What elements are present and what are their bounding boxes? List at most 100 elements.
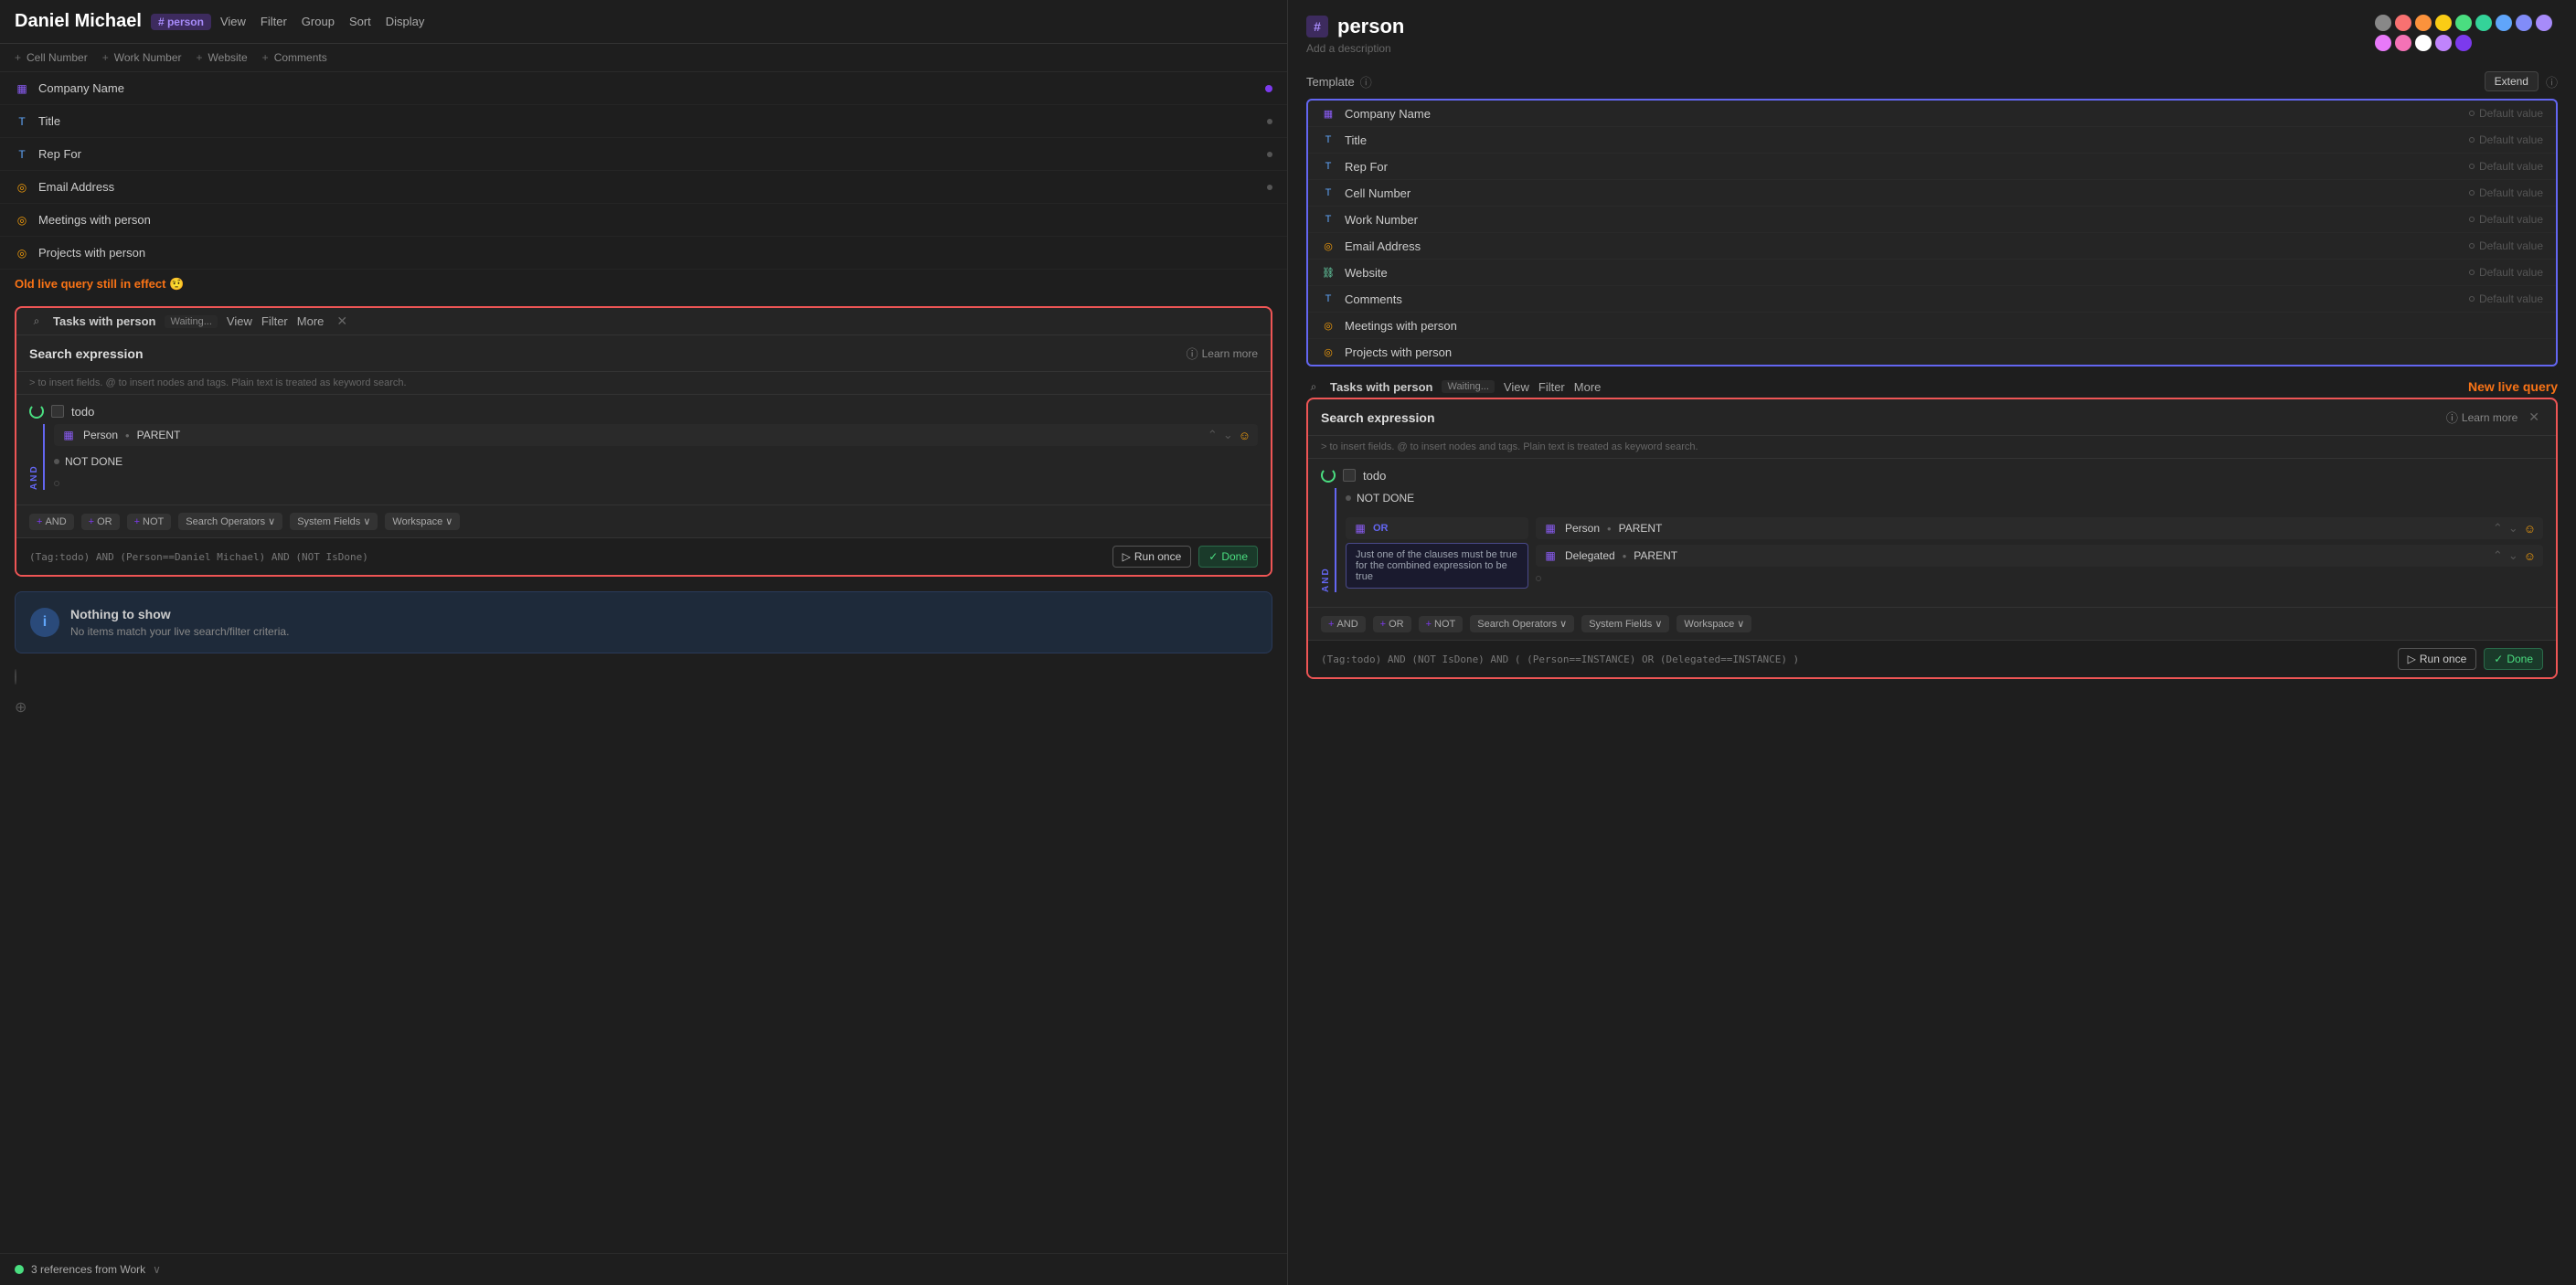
add-item-bullet[interactable] bbox=[15, 669, 16, 685]
tasks-nav-more[interactable]: More bbox=[297, 314, 325, 328]
tasks-nav-view[interactable]: View bbox=[227, 314, 252, 328]
checkbox-new[interactable] bbox=[1343, 469, 1356, 482]
nav-group[interactable]: Group bbox=[302, 15, 335, 28]
chevron-down-icon[interactable]: ⌄ bbox=[2508, 548, 2518, 563]
not-btn-new[interactable]: + NOT bbox=[1419, 616, 1464, 632]
bullet: • bbox=[125, 429, 130, 442]
swatch-violet[interactable] bbox=[2536, 15, 2552, 31]
field-company-name[interactable]: ▦ Company Name bbox=[0, 72, 1287, 105]
add-work-number[interactable]: + Work Number bbox=[102, 51, 182, 64]
system-fields-btn[interactable]: System Fields ∨ bbox=[290, 513, 378, 530]
or-btn[interactable]: + OR bbox=[81, 514, 120, 530]
chevron-up-icon[interactable]: ⌃ bbox=[1208, 428, 1218, 442]
run-once-button-new[interactable]: ▷ Run once bbox=[2398, 648, 2477, 670]
learn-more-link-new[interactable]: ⓘ Learn more bbox=[2446, 409, 2517, 426]
template-text: Template bbox=[1306, 75, 1355, 89]
done-button[interactable]: ✓ Done bbox=[1198, 546, 1258, 568]
refs-footer[interactable]: 3 references from Work ∨ bbox=[0, 1253, 1287, 1285]
close-button-new[interactable]: ✕ bbox=[2525, 409, 2543, 425]
not-done-row-new: NOT DONE bbox=[1346, 488, 2543, 508]
field-label: Projects with person bbox=[38, 246, 1272, 260]
not-btn[interactable]: + NOT bbox=[127, 514, 172, 530]
field-rep-for[interactable]: T Rep For bbox=[0, 138, 1287, 171]
search-operators-btn-new[interactable]: Search Operators ∨ bbox=[1470, 615, 1574, 632]
add-comments[interactable]: + Comments bbox=[262, 51, 327, 64]
query-text-new: (Tag:todo) AND (NOT IsDone) AND ( (Perso… bbox=[1321, 653, 1799, 665]
tasks-more-new[interactable]: More bbox=[1574, 380, 1602, 394]
run-once-button[interactable]: ▷ Run once bbox=[1112, 546, 1192, 568]
workspace-btn-new[interactable]: Workspace ∨ bbox=[1677, 615, 1751, 632]
field-title[interactable]: T Title bbox=[0, 105, 1287, 138]
close-button[interactable]: ✕ bbox=[333, 313, 351, 329]
swatch-gray[interactable] bbox=[2375, 15, 2391, 31]
bullet-dot bbox=[1346, 495, 1351, 501]
tf-title[interactable]: T Title Default value bbox=[1308, 127, 2556, 154]
field-label: Email Address bbox=[38, 180, 1258, 194]
tasks-view-new[interactable]: View bbox=[1504, 380, 1529, 394]
workspace-btn[interactable]: Workspace ∨ bbox=[385, 513, 460, 530]
checkbox[interactable] bbox=[51, 405, 64, 418]
chevron-up-icon[interactable]: ⌃ bbox=[2493, 521, 2503, 536]
check-icon: ✓ bbox=[1208, 550, 1218, 563]
tf-cell-number[interactable]: T Cell Number Default value bbox=[1308, 180, 2556, 207]
tf-website[interactable]: ⛓ Website Default value bbox=[1308, 260, 2556, 286]
add-icon[interactable]: ⊕ bbox=[15, 700, 27, 716]
chevron-up-icon[interactable]: ⌃ bbox=[2493, 548, 2503, 563]
field-email[interactable]: ◎ Email Address bbox=[0, 171, 1287, 204]
person-tag[interactable]: # person bbox=[151, 14, 211, 30]
person-icon: ◎ bbox=[15, 246, 29, 260]
swatch-light-purple[interactable] bbox=[2435, 35, 2452, 51]
tf-rep-for[interactable]: T Rep For Default value bbox=[1308, 154, 2556, 180]
tf-company-name[interactable]: ▦ Company Name Default value bbox=[1308, 101, 2556, 127]
tf-projects[interactable]: ◎ Projects with person bbox=[1308, 339, 2556, 365]
nav-filter[interactable]: Filter bbox=[261, 15, 287, 28]
chevron-down-icon[interactable]: ⌄ bbox=[2508, 521, 2518, 536]
search-operators-btn[interactable]: Search Operators ∨ bbox=[178, 513, 282, 530]
swatch-indigo[interactable] bbox=[2516, 15, 2532, 31]
right-desc[interactable]: Add a description bbox=[1306, 42, 1404, 55]
condition-person: ▦ Person • PARENT ⌃ ⌄ ☺ bbox=[54, 424, 1258, 446]
swatch-yellow[interactable] bbox=[2435, 15, 2452, 31]
add-website[interactable]: + Website bbox=[197, 51, 248, 64]
tasks-nav-filter[interactable]: Filter bbox=[261, 314, 288, 328]
extend-button[interactable]: Extend bbox=[2485, 71, 2539, 91]
chevron-down-icon[interactable]: ⌄ bbox=[1223, 428, 1233, 442]
add-cell-number[interactable]: + Cell Number bbox=[15, 51, 88, 64]
nav-display[interactable]: Display bbox=[386, 15, 425, 28]
or-btn-new[interactable]: + OR bbox=[1373, 616, 1411, 632]
learn-more-link[interactable]: ⓘ Learn more bbox=[1187, 345, 1258, 362]
nav-view[interactable]: View bbox=[220, 15, 246, 28]
tf-meetings[interactable]: ◎ Meetings with person bbox=[1308, 313, 2556, 339]
field-projects[interactable]: ◎ Projects with person bbox=[0, 237, 1287, 270]
search-footer-old: (Tag:todo) AND (Person==Daniel Michael) … bbox=[16, 537, 1271, 575]
chevron-down-icon: ∨ bbox=[153, 1263, 161, 1276]
done-button-new[interactable]: ✓ Done bbox=[2484, 648, 2543, 670]
swatch-blue[interactable] bbox=[2496, 15, 2512, 31]
swatch-white[interactable] bbox=[2415, 35, 2432, 51]
swatch-teal[interactable] bbox=[2475, 15, 2492, 31]
nav-sort[interactable]: Sort bbox=[349, 15, 371, 28]
expr-content-new: todo AND NOT DONE ▦ bbox=[1308, 459, 2556, 607]
swatch-rose[interactable] bbox=[2395, 35, 2411, 51]
swatch-pink[interactable] bbox=[2375, 35, 2391, 51]
swatch-purple2[interactable] bbox=[2455, 35, 2472, 51]
left-nav: View Filter Group Sort Display bbox=[220, 15, 424, 28]
and-block: AND ▦ Person • PARENT ⌃ ⌄ ☺ bbox=[29, 424, 1258, 490]
tf-comments[interactable]: T Comments Default value bbox=[1308, 286, 2556, 313]
expr-content-old: todo AND ▦ Person • PARENT ⌃ ⌄ ☺ bbox=[16, 395, 1271, 504]
swatch-green[interactable] bbox=[2455, 15, 2472, 31]
right-title-row: # person bbox=[1306, 15, 1404, 38]
tf-email[interactable]: ◎ Email Address Default value bbox=[1308, 233, 2556, 260]
refs-dot bbox=[15, 1265, 24, 1274]
tasks-filter-new[interactable]: Filter bbox=[1538, 380, 1565, 394]
swatch-orange[interactable] bbox=[2415, 15, 2432, 31]
and-btn-new[interactable]: + AND bbox=[1321, 616, 1366, 632]
field-meetings[interactable]: ◎ Meetings with person bbox=[0, 204, 1287, 237]
expr-toolbar-new: + AND + OR + NOT Search Operators ∨ Syst… bbox=[1308, 607, 2556, 640]
tf-work-number[interactable]: T Work Number Default value bbox=[1308, 207, 2556, 233]
field-indicator bbox=[1265, 85, 1272, 92]
bullet-dot bbox=[54, 459, 59, 464]
system-fields-btn-new[interactable]: System Fields ∨ bbox=[1581, 615, 1669, 632]
swatch-red[interactable] bbox=[2395, 15, 2411, 31]
and-btn[interactable]: + AND bbox=[29, 514, 74, 530]
